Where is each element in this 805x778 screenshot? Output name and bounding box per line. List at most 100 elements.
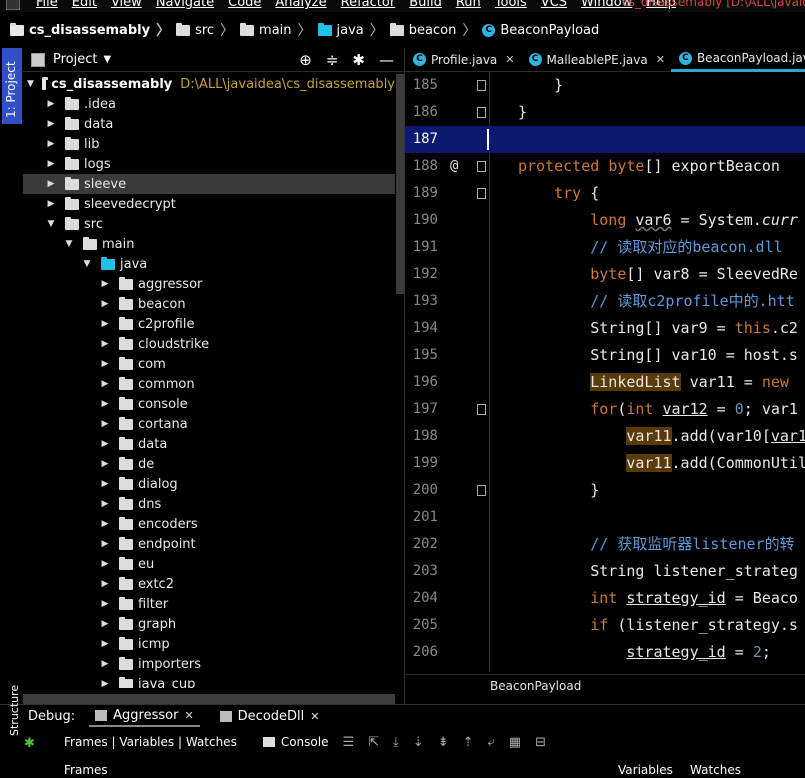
- hide-icon[interactable]: —: [379, 51, 394, 69]
- tree-vertical-scrollbar[interactable]: [396, 74, 404, 294]
- project-panel-title[interactable]: Project: [53, 52, 97, 67]
- close-icon[interactable]: ✕: [184, 709, 193, 722]
- breadcrumb-src[interactable]: src 〉: [176, 20, 234, 40]
- project-tree[interactable]: ▼ cs_disassemably D:\ALL\javaidea\cs_dis…: [23, 74, 395, 688]
- tree-item[interactable]: ▶ eu: [23, 554, 395, 574]
- tree-item[interactable]: ▶ cortana: [23, 414, 395, 434]
- chevron-right-icon[interactable]: ▶: [99, 339, 111, 349]
- tree-item[interactable]: ▶ dns: [23, 494, 395, 514]
- chevron-right-icon[interactable]: ▶: [99, 399, 111, 409]
- gear-icon[interactable]: ✱: [352, 51, 365, 69]
- menu-item-navigate[interactable]: Navigate: [156, 0, 214, 10]
- menu-item-edit[interactable]: Edit: [72, 0, 97, 10]
- locate-icon[interactable]: ⊕: [299, 51, 312, 69]
- code-line[interactable]: 200 }: [405, 477, 805, 504]
- chevron-right-icon[interactable]: ▶: [99, 519, 111, 529]
- chevron-right-icon[interactable]: ▶: [45, 119, 57, 129]
- tree-item[interactable]: ▶ graph: [23, 614, 395, 634]
- tree-item[interactable]: ▶ dialog: [23, 474, 395, 494]
- chevron-right-icon[interactable]: ▶: [99, 679, 111, 688]
- code-line[interactable]: 192 byte[] var8 = SleevedRe: [405, 261, 805, 288]
- debug-tab-decodedll[interactable]: DecodeDll ✕: [214, 705, 326, 727]
- chevron-right-icon[interactable]: ▶: [45, 139, 57, 149]
- debug-tab-aggressor[interactable]: Aggressor ✕: [89, 705, 200, 727]
- tree-item[interactable]: ▶ java_cup: [23, 674, 395, 688]
- fold-marker-icon[interactable]: [477, 404, 486, 415]
- chevron-right-icon[interactable]: ▶: [45, 159, 57, 169]
- tree-item[interactable]: ▶ common: [23, 374, 395, 394]
- code-line[interactable]: 206 strategy_id = 2;: [405, 639, 805, 666]
- close-icon[interactable]: ✕: [656, 53, 665, 66]
- fold-marker-icon[interactable]: [477, 107, 486, 118]
- breadcrumb-main[interactable]: main 〉: [240, 20, 312, 40]
- tree-item[interactable]: ▶ console: [23, 394, 395, 414]
- chevron-right-icon[interactable]: ▶: [99, 299, 111, 309]
- menu-item-vcs[interactable]: VCS: [541, 0, 567, 10]
- tree-item[interactable]: ▶ filter: [23, 594, 395, 614]
- close-icon[interactable]: ✕: [310, 710, 319, 723]
- code-line[interactable]: 202 // 获取监听器listener的转: [405, 531, 805, 558]
- bug-icon[interactable]: ✱: [24, 736, 35, 751]
- chevron-right-icon[interactable]: ▶: [99, 619, 111, 629]
- force-step-into-icon[interactable]: ⇟: [438, 735, 449, 750]
- chevron-right-icon[interactable]: ▶: [99, 539, 111, 549]
- chevron-right-icon[interactable]: ▶: [45, 179, 57, 189]
- chevron-right-icon[interactable]: ▶: [99, 359, 111, 369]
- code-line[interactable]: 195 String[] var10 = host.s: [405, 342, 805, 369]
- editor-breadcrumb[interactable]: BeaconPayload: [490, 679, 581, 693]
- menu-item-code[interactable]: Code: [228, 0, 261, 10]
- code-line[interactable]: 186}: [405, 99, 805, 126]
- chevron-right-icon[interactable]: ▶: [99, 559, 111, 569]
- tree-item[interactable]: ▶ c2profile: [23, 314, 395, 334]
- menu-item-file[interactable]: File: [36, 0, 58, 10]
- breadcrumb-class[interactable]: C BeaconPayload: [482, 23, 599, 38]
- collapse-all-icon[interactable]: ≑: [326, 51, 339, 69]
- tree-item[interactable]: ▶ icmp: [23, 634, 395, 654]
- code-line[interactable]: 205 if (listener_strategy.s: [405, 612, 805, 639]
- breadcrumb-beacon[interactable]: beacon 〉: [389, 20, 476, 40]
- code-line[interactable]: 190 long var6 = System.curr: [405, 207, 805, 234]
- structure-tool-tab[interactable]: Structure: [8, 685, 21, 736]
- menu-item-view[interactable]: View: [111, 0, 142, 10]
- step-into-icon[interactable]: ⇣: [413, 735, 424, 750]
- code-line[interactable]: 189 try {: [405, 180, 805, 207]
- chevron-down-icon[interactable]: ▼: [45, 219, 57, 229]
- chevron-down-icon[interactable]: ▼: [103, 54, 111, 65]
- tree-item[interactable]: ▶ endpoint: [23, 534, 395, 554]
- code-line[interactable]: 201: [405, 504, 805, 531]
- show-execution-point-icon[interactable]: ⇱: [368, 735, 379, 750]
- frames-variables-watches-tab[interactable]: Frames | Variables | Watches: [64, 735, 237, 749]
- chevron-right-icon[interactable]: ▶: [99, 639, 111, 649]
- tree-item[interactable]: ▶ com: [23, 354, 395, 374]
- chevron-right-icon[interactable]: ▶: [99, 459, 111, 469]
- fold-marker-icon[interactable]: [477, 80, 486, 91]
- chevron-down-icon[interactable]: ▼: [27, 79, 34, 89]
- tree-item[interactable]: ▶ de: [23, 454, 395, 474]
- tree-item[interactable]: ▶ data: [23, 434, 395, 454]
- code-line[interactable]: 188 @ protected byte[] exportBeacon: [405, 153, 805, 180]
- chevron-right-icon[interactable]: ▶: [99, 319, 111, 329]
- menu-icon[interactable]: ☰: [342, 735, 354, 750]
- chevron-right-icon[interactable]: ▶: [45, 99, 57, 109]
- code-line[interactable]: 191 // 读取对应的beacon.dll: [405, 234, 805, 261]
- tree-item[interactable]: ▼ src: [23, 214, 395, 234]
- chevron-right-icon[interactable]: ▶: [99, 419, 111, 429]
- tree-item[interactable]: ▶ sleeve: [23, 174, 395, 194]
- step-out-icon[interactable]: ⇡: [463, 735, 474, 750]
- code-line[interactable]: 194 String[] var9 = this.c2: [405, 315, 805, 342]
- tree-item[interactable]: ▶ extc2: [23, 574, 395, 594]
- tree-item[interactable]: ▶ lib: [23, 134, 395, 154]
- editor-tab[interactable]: C MalleablePE.java ✕: [521, 48, 671, 72]
- tree-item[interactable]: ▶ data: [23, 114, 395, 134]
- chevron-right-icon[interactable]: ▶: [99, 279, 111, 289]
- step-over-icon[interactable]: ⤓: [393, 735, 399, 750]
- editor-tab[interactable]: CBeaconPayload.java✕: [670, 48, 805, 72]
- menu-item-run[interactable]: Run: [456, 0, 481, 10]
- chevron-right-icon[interactable]: ▶: [99, 579, 111, 589]
- tree-root[interactable]: ▼ cs_disassemably D:\ALL\javaidea\cs_dis…: [23, 74, 395, 94]
- fold-marker-icon[interactable]: [477, 161, 486, 172]
- override-marker-icon[interactable]: @: [450, 153, 458, 180]
- editor-tab[interactable]: C Profile.java ✕: [405, 48, 521, 72]
- tree-item[interactable]: ▶ logs: [23, 154, 395, 174]
- code-line[interactable]: 204 int strategy_id = Beaco: [405, 585, 805, 612]
